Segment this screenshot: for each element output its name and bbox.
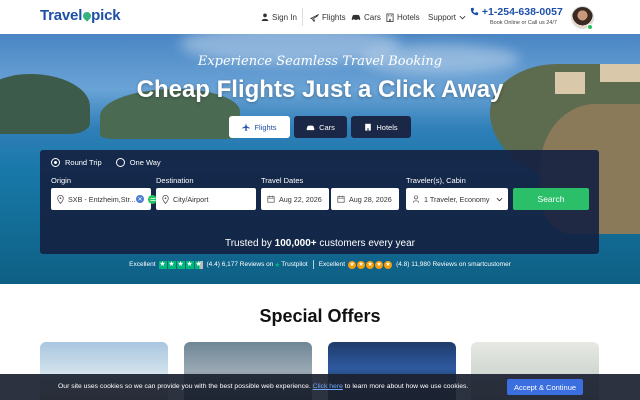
sign-in-link[interactable]: Sign In bbox=[261, 0, 297, 34]
origin-label: Origin bbox=[51, 176, 72, 185]
smartcustomer-stars-icon: ★ ★ ★ ★ ★ bbox=[348, 260, 393, 269]
smartcustomer-brand[interactable]: smartcustomer bbox=[468, 261, 511, 268]
location-pin-icon bbox=[57, 194, 64, 204]
accept-cookies-button[interactable]: Accept & Continue bbox=[507, 379, 583, 395]
travelers-value: 1 Traveler, Economy bbox=[424, 194, 490, 204]
return-date-value: Aug 28, 2026 bbox=[349, 194, 392, 204]
smartcustomer-reviews: 11,980 Reviews on bbox=[411, 261, 467, 268]
car-icon bbox=[351, 14, 361, 21]
phone-number-text: +1-254-638-0057 bbox=[481, 6, 563, 18]
phone-subtext: Book Online or Call us 24/7 bbox=[490, 20, 557, 26]
tab-hotels-label: Hotels bbox=[376, 122, 398, 132]
destination-placeholder: City/Airport bbox=[173, 194, 209, 204]
nav-flights[interactable]: Flights bbox=[310, 0, 346, 34]
trusted-prefix: Trusted by bbox=[224, 238, 275, 249]
depart-date-value: Aug 22, 2026 bbox=[279, 194, 322, 204]
smartcustomer-excellent: Excellent bbox=[318, 261, 346, 268]
travelers-cabin-select[interactable]: 1 Traveler, Economy bbox=[406, 188, 508, 210]
nav-flights-label: Flights bbox=[322, 12, 346, 22]
cookie-text-after: to learn more about how we use cookies. bbox=[344, 383, 469, 390]
chevron-down-icon bbox=[496, 197, 502, 201]
car-icon bbox=[306, 125, 315, 130]
hotel-icon bbox=[365, 123, 372, 131]
radio-selected-icon bbox=[51, 158, 60, 167]
site-header: Travel pick Sign In Flights Cars Hotels S… bbox=[0, 0, 640, 34]
trustpilot-stars-icon: ★ ★ ★ ★ ★ bbox=[158, 260, 203, 269]
trusted-suffix: customers every year bbox=[316, 238, 416, 249]
trustpilot-rating: (4.4) bbox=[206, 261, 220, 268]
round-trip-label: Round Trip bbox=[65, 158, 102, 167]
trusted-by-text: Trusted by 100,000+ customers every year bbox=[0, 238, 640, 249]
user-icon bbox=[261, 13, 269, 21]
one-way-option[interactable]: One Way bbox=[115, 158, 161, 167]
special-offers-heading: Special Offers bbox=[259, 306, 381, 326]
radio-unselected-icon bbox=[115, 158, 125, 167]
tab-flights-label: Flights bbox=[254, 122, 277, 132]
sign-in-label: Sign In bbox=[272, 12, 297, 22]
hero-tagline: Experience Seamless Travel Booking bbox=[197, 54, 443, 69]
person-icon bbox=[412, 195, 420, 203]
location-pin-icon bbox=[162, 194, 169, 204]
depart-date-input[interactable]: Aug 22, 2026 bbox=[261, 188, 329, 210]
nav-divider bbox=[302, 8, 303, 26]
destination-input[interactable]: City/Airport bbox=[156, 188, 256, 210]
plane-icon bbox=[310, 13, 319, 22]
trustpilot-logo-icon: ★ bbox=[274, 261, 281, 269]
nav-cars-label: Cars bbox=[364, 12, 381, 22]
cookie-learn-more-link[interactable]: Click here bbox=[313, 383, 343, 390]
one-way-label: One Way bbox=[129, 158, 161, 167]
origin-value: SXB - Entzheim,Str... bbox=[68, 194, 136, 204]
phone-icon bbox=[470, 7, 479, 16]
nav-hotels-label: Hotels bbox=[397, 12, 420, 22]
travelopick-logo[interactable]: Travel pick bbox=[40, 7, 121, 24]
travel-dates-label: Travel Dates bbox=[261, 176, 304, 185]
travelers-label: Traveler(s), Cabin bbox=[406, 176, 466, 185]
review-divider bbox=[312, 260, 314, 269]
phone-number[interactable]: +1-254-638-0057 bbox=[470, 6, 563, 18]
calendar-icon bbox=[337, 195, 345, 203]
trustpilot-excellent: Excellent bbox=[129, 261, 156, 268]
calendar-icon bbox=[267, 195, 275, 203]
destination-label: Destination bbox=[156, 176, 194, 185]
cookie-message: Our site uses cookies so we can provide … bbox=[58, 383, 468, 390]
round-trip-option[interactable]: Round Trip bbox=[51, 158, 102, 167]
search-button[interactable]: Search bbox=[513, 188, 589, 210]
cookie-banner: Our site uses cookies so we can provide … bbox=[0, 374, 640, 400]
nav-hotels[interactable]: Hotels bbox=[386, 0, 420, 34]
trip-type-group: Round Trip One Way bbox=[51, 158, 161, 167]
nav-support-dropdown[interactable]: Support bbox=[428, 0, 469, 34]
clear-origin-icon[interactable]: ✕ bbox=[136, 195, 144, 203]
nav-cars[interactable]: Cars bbox=[351, 0, 381, 34]
hotel-icon bbox=[386, 13, 394, 22]
trusted-count: 100,000+ bbox=[274, 238, 317, 249]
tab-flights[interactable]: Flights bbox=[229, 116, 290, 138]
logo-text-end: pick bbox=[91, 7, 121, 24]
trustpilot-brand[interactable]: Trustpilot bbox=[281, 261, 308, 268]
nav-support-label: Support bbox=[428, 12, 457, 22]
plane-icon bbox=[242, 123, 251, 131]
review-badges: Excellent ★ ★ ★ ★ ★ (4.4) 6,177 Reviews on ★… bbox=[0, 260, 640, 269]
tab-cars-label: Cars bbox=[319, 122, 335, 132]
smartcustomer-rating: (4.8) bbox=[396, 261, 410, 268]
logo-text-start: Travel bbox=[40, 7, 83, 24]
trustpilot-reviews: 6,177 Reviews on bbox=[221, 261, 274, 268]
hero-title: Cheap Flights Just a Click Away bbox=[136, 76, 504, 103]
tab-hotels[interactable]: Hotels bbox=[351, 116, 411, 138]
online-status-dot bbox=[587, 24, 593, 30]
cookie-text-before: Our site uses cookies so we can provide … bbox=[58, 383, 311, 390]
chevron-down-icon bbox=[459, 15, 466, 19]
hero-section: Experience Seamless Travel Booking Cheap… bbox=[0, 34, 640, 284]
return-date-input[interactable]: Aug 28, 2026 bbox=[331, 188, 399, 210]
tab-cars[interactable]: Cars bbox=[294, 116, 347, 138]
